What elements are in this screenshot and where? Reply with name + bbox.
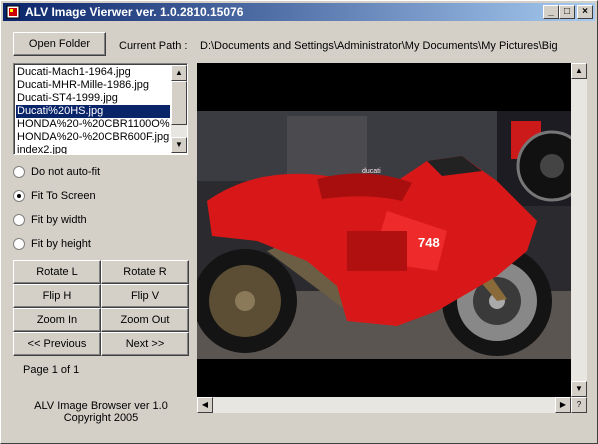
current-path-label: Current Path : xyxy=(119,40,188,52)
scroll-up-icon[interactable]: ▲ xyxy=(571,63,587,79)
file-list[interactable]: Ducati-Mach1-1964.jpg Ducati-MHR-Mille-1… xyxy=(13,63,188,155)
main-window: ALV Image Vierwer ver. 1.0.2810.15076 _ … xyxy=(0,0,598,444)
current-path-value: D:\Documents and Settings\Administrator\… xyxy=(200,40,558,52)
scroll-right-icon[interactable]: ▶ xyxy=(555,397,571,413)
next-button[interactable]: Next >> xyxy=(101,332,189,356)
brand-mark: ducati xyxy=(362,168,381,175)
motorcycle-photo: 748 ducati xyxy=(197,111,571,359)
window-title: ALV Image Vierwer ver. 1.0.2810.15076 xyxy=(25,5,244,19)
title-bar[interactable]: ALV Image Vierwer ver. 1.0.2810.15076 _ … xyxy=(3,3,595,21)
rotate-right-button[interactable]: Rotate R xyxy=(101,260,189,284)
close-icon: × xyxy=(582,6,588,17)
scroll-left-icon[interactable]: ◀ xyxy=(197,397,213,413)
maximize-button[interactable]: □ xyxy=(559,5,575,19)
image-viewer[interactable]: 748 ducati ▲ ▼ ◀ ▶ ? xyxy=(197,63,587,413)
viewer-horizontal-scrollbar[interactable]: ◀ ▶ xyxy=(197,397,571,413)
scroll-down-icon[interactable]: ▼ xyxy=(171,137,187,153)
radio-fit-to-screen[interactable] xyxy=(13,190,25,202)
list-item[interactable]: Ducati-Mach1-1964.jpg xyxy=(16,66,170,79)
radio-label: Fit To Screen xyxy=(31,190,96,202)
help-corner[interactable]: ? xyxy=(571,397,587,413)
list-item[interactable]: Ducati-MHR-Mille-1986.jpg xyxy=(16,79,170,92)
radio-do-not-auto-fit[interactable] xyxy=(13,166,25,178)
close-button[interactable]: × xyxy=(577,5,593,19)
file-list-scrollbar[interactable]: ▲ ▼ xyxy=(171,65,187,153)
flip-vertical-button[interactable]: Flip V xyxy=(101,284,189,308)
flip-horizontal-button[interactable]: Flip H xyxy=(13,284,101,308)
minimize-icon: _ xyxy=(548,6,554,17)
list-item-selected[interactable]: Ducati%20HS.jpg xyxy=(16,105,170,118)
image-display: 748 ducati xyxy=(197,111,571,359)
list-item[interactable]: HONDA%20-%20CBR600F.jpg xyxy=(16,131,170,144)
viewer-vertical-scrollbar[interactable]: ▲ ▼ xyxy=(571,63,587,397)
image-icon xyxy=(6,5,20,19)
open-folder-button[interactable]: Open Folder xyxy=(13,32,106,56)
radio-label: Fit by width xyxy=(31,214,87,226)
list-item[interactable]: Ducati-ST4-1999.jpg xyxy=(16,92,170,105)
list-item[interactable]: HONDA%20-%20CBR1100O%20Blac xyxy=(16,118,170,131)
about-line-1: ALV Image Browser ver 1.0 xyxy=(34,400,168,412)
radio-label: Fit by height xyxy=(31,238,91,250)
radio-fit-by-width[interactable] xyxy=(13,214,25,226)
minimize-button[interactable]: _ xyxy=(543,5,559,19)
zoom-in-button[interactable]: Zoom In xyxy=(13,308,101,332)
rotate-left-button[interactable]: Rotate L xyxy=(13,260,101,284)
zoom-out-button[interactable]: Zoom Out xyxy=(101,308,189,332)
scroll-thumb[interactable] xyxy=(171,81,187,125)
about-line-2: Copyright 2005 xyxy=(63,412,139,424)
radio-label: Do not auto-fit xyxy=(31,166,101,178)
scroll-up-icon[interactable]: ▲ xyxy=(171,65,187,81)
maximize-icon: □ xyxy=(563,6,571,17)
radio-fit-by-height[interactable] xyxy=(13,238,25,250)
list-item[interactable]: index2.jpg xyxy=(16,144,170,154)
scroll-down-icon[interactable]: ▼ xyxy=(571,381,587,397)
number-plate: 748 xyxy=(418,235,440,250)
previous-button[interactable]: << Previous xyxy=(13,332,101,356)
page-info: Page 1 of 1 xyxy=(23,364,80,376)
